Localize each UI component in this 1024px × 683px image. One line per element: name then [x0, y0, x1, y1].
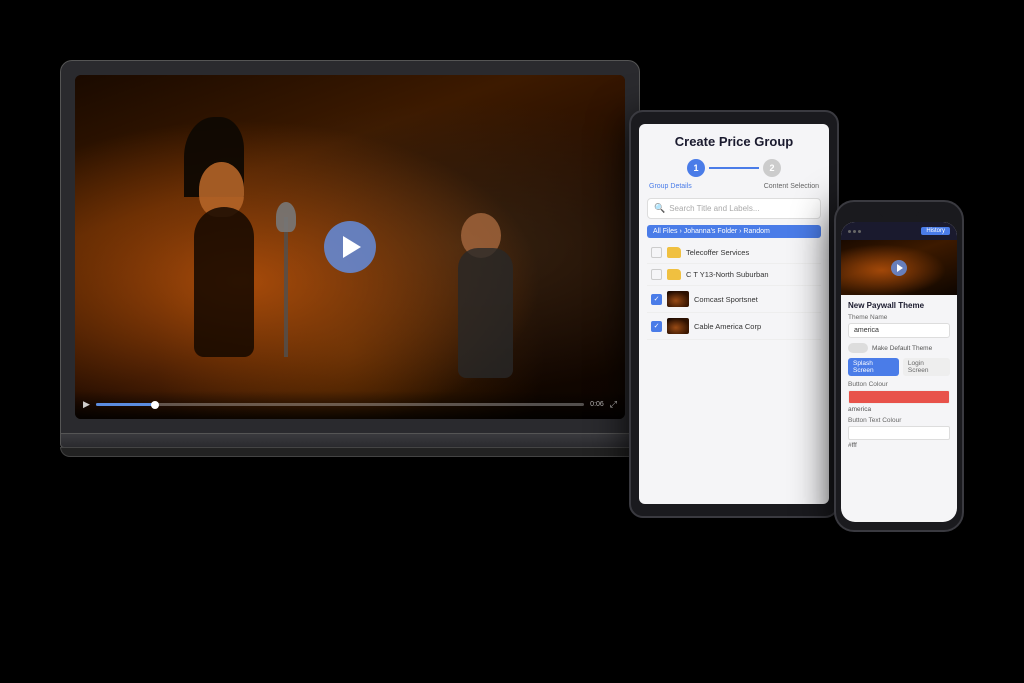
step-labels: Group Details Content Selection: [647, 183, 821, 190]
progress-thumb: [151, 401, 159, 409]
step-line: [709, 167, 759, 169]
phone-content: New Paywall Theme Theme Name america Mak…: [841, 295, 957, 459]
file-thumb-4: [667, 318, 689, 334]
phone-toggle-row: Make Default Theme: [848, 343, 950, 353]
laptop-stand: [60, 447, 640, 457]
file-name-1: Telecoffer Services: [686, 248, 817, 257]
play-button[interactable]: [324, 221, 376, 273]
guitarist-figure: [443, 208, 543, 378]
stepper: 1 2: [647, 159, 821, 177]
folder-icon-2: [667, 269, 681, 280]
phone-video-thumb: [841, 240, 957, 295]
file-list: Telecoffer Services C T Y13-North Suburb…: [647, 242, 821, 340]
phone-make-default-label: Make Default Theme: [872, 345, 932, 352]
laptop-base: [60, 434, 640, 448]
search-placeholder: Search Title and Labels...: [669, 204, 759, 213]
search-icon: 🔍: [654, 203, 665, 214]
step-1-label: Group Details: [649, 183, 692, 190]
file-name-3: Comcast Sportsnet: [694, 295, 817, 304]
phone-button-colour-label: Button Colour: [848, 381, 950, 388]
file-checkbox-3[interactable]: [651, 294, 662, 305]
phone-section-title: New Paywall Theme: [848, 301, 950, 310]
phone-tab-splash[interactable]: Splash Screen: [848, 358, 899, 376]
file-name-2: C T Y13-North Suburban: [686, 270, 817, 279]
step-2-label: Content Selection: [764, 183, 819, 190]
laptop: ▶ 0:06 ⤢: [60, 60, 640, 457]
phone-toggle[interactable]: [848, 343, 868, 353]
mic-head: [276, 202, 296, 232]
file-item[interactable]: Comcast Sportsnet: [647, 286, 821, 313]
mic-stand: [284, 217, 288, 357]
phone-tab-row: Splash Screen Login Screen: [848, 358, 950, 376]
singer-body: [194, 207, 254, 357]
dot-2: [853, 230, 856, 233]
progress-fill: [96, 403, 155, 406]
tablet-title: Create Price Group: [647, 134, 821, 149]
phone-button-text-colour-row: #fff: [848, 426, 950, 449]
scene: ▶ 0:06 ⤢ Create Price Group: [0, 0, 1024, 683]
phone-button-text-colour-swatch[interactable]: [848, 426, 950, 440]
progress-bar[interactable]: [96, 403, 584, 406]
file-item[interactable]: Telecoffer Services: [647, 242, 821, 264]
concert-video: ▶ 0:06 ⤢: [75, 75, 625, 419]
phone-theme-name-label: Theme Name: [848, 314, 950, 321]
dot-1: [848, 230, 851, 233]
phone-button-text-colour-value: #fff: [848, 442, 950, 449]
tablet-screen: Create Price Group 1 2 Group Details Con…: [639, 124, 829, 504]
breadcrumb-text: All Files › Johanna's Folder › Random: [653, 228, 770, 235]
step-2-circle[interactable]: 2: [763, 159, 781, 177]
singer-figure: [174, 157, 294, 357]
video-time: 0:06: [590, 401, 604, 408]
play-icon: [343, 236, 361, 258]
phone-device: History New Paywall Theme Theme Name ame…: [834, 200, 964, 532]
file-thumb-3: [667, 291, 689, 307]
file-checkbox-2[interactable]: [651, 269, 662, 280]
file-thumb-inner-3: [667, 291, 689, 307]
phone-screen: History New Paywall Theme Theme Name ame…: [841, 222, 957, 522]
phone-button-colour-swatch[interactable]: [848, 390, 950, 404]
laptop-screen: ▶ 0:06 ⤢: [75, 75, 625, 419]
folder-icon-1: [667, 247, 681, 258]
tablet-content: Create Price Group 1 2 Group Details Con…: [639, 124, 829, 350]
phone-button-colour-row: america: [848, 390, 950, 413]
step-1-circle[interactable]: 1: [687, 159, 705, 177]
dot-3: [858, 230, 861, 233]
file-thumb-inner-4: [667, 318, 689, 334]
file-checkbox-4[interactable]: [651, 321, 662, 332]
phone-header: History: [841, 222, 957, 240]
search-bar[interactable]: 🔍 Search Title and Labels...: [647, 198, 821, 219]
video-controls: ▶ 0:06 ⤢: [75, 391, 625, 419]
laptop-body: ▶ 0:06 ⤢: [60, 60, 640, 434]
phone-button-text-colour-label: Button Text Colour: [848, 417, 950, 424]
phone-play-icon: [897, 264, 903, 272]
file-name-4: Cable America Corp: [694, 322, 817, 331]
fullscreen-icon[interactable]: ⤢: [610, 399, 617, 410]
file-item[interactable]: C T Y13-North Suburban: [647, 264, 821, 286]
phone-header-dots: [848, 230, 861, 233]
guitarist-body: [458, 248, 513, 378]
file-checkbox-1[interactable]: [651, 247, 662, 258]
phone-notch: [879, 210, 919, 218]
phone-button-colour-value: america: [848, 406, 950, 413]
file-item[interactable]: Cable America Corp: [647, 313, 821, 340]
phone-theme-name-input[interactable]: america: [848, 323, 950, 338]
phone-header-button[interactable]: History: [921, 227, 950, 235]
play-ctrl-icon[interactable]: ▶: [83, 399, 90, 410]
phone-play-button[interactable]: [891, 260, 907, 276]
tablet-device: Create Price Group 1 2 Group Details Con…: [629, 110, 839, 518]
phone-tab-login[interactable]: Login Screen: [903, 358, 950, 376]
breadcrumb-row: All Files › Johanna's Folder › Random: [647, 225, 821, 238]
